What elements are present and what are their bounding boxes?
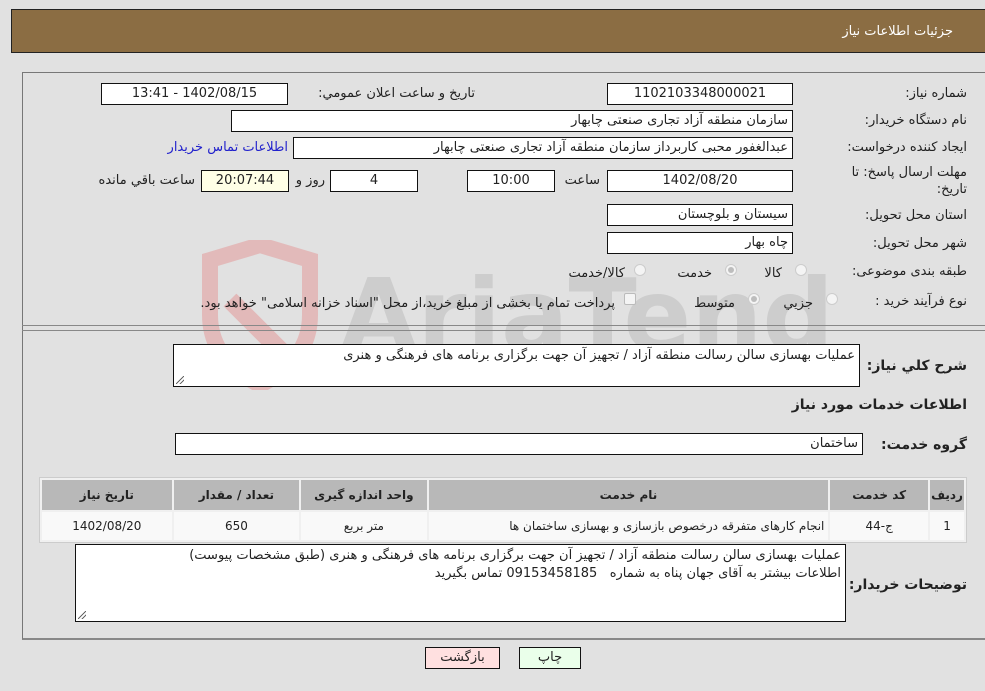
service-group-label: گروه خدمت: [881,437,967,453]
page-title: جزئيات اطلاعات نياز [842,24,953,39]
category-radio-service[interactable] [725,264,737,276]
buyer-notes-textarea[interactable]: عمليات بهسازی سالن رسالت منطقه آزاد / تج… [75,544,846,622]
summary-textarea[interactable]: عمليات بهسازی سالن رسالت منطقه آزاد / تج… [173,344,860,387]
category-radio-goods[interactable] [795,264,807,276]
cell-service-code: ج-44 [830,512,929,540]
days-field: 4 [330,170,418,192]
time-label: ساعت [564,173,600,188]
need-number-field: 1102103348000021 [607,83,793,105]
category-option-goods: کالا [764,266,782,281]
deadline-label: مهلت ارسال پاسخ: تا [851,165,967,180]
buyer-notes-label: توضيحات خريدار: [848,577,967,593]
process-option-medium: متوسط [694,296,735,311]
creator-field: عبدالغفور محبی کاربرداز سازمان منطقه آزا… [293,137,793,159]
divider [22,330,985,331]
province-field: سيستان و بلوچستان [607,204,793,226]
announce-label: تاريخ و ساعت اعلان عمومي: [318,86,475,101]
buyer-org-field: سازمان منطقه آزاد تجاری صنعتی چابهار [231,110,793,132]
table-row: 1 ج-44 انجام کارهای متفرقه درخصوص بازساز… [42,512,964,540]
services-section-title: اطلاعات خدمات مورد نياز [791,397,967,413]
col-row-number: رديف [930,480,964,510]
buyer-org-label: نام دستگاه خريدار: [864,113,967,128]
treasury-checkbox[interactable] [624,293,636,305]
process-radio-medium[interactable] [748,293,760,305]
category-option-service: خدمت [677,266,712,281]
category-radio-goods-service[interactable] [634,264,646,276]
buyer-contact-link[interactable]: اطلاعات تماس خريدار [168,140,288,155]
remaining-label: ساعت باقي مانده [98,173,195,188]
province-label: استان محل تحويل: [865,208,967,223]
process-label: نوع فرآيند خريد : [875,294,967,309]
back-button[interactable]: بازگشت [425,647,500,669]
col-unit: واحد اندازه گيری [301,480,427,510]
category-option-goods-service: کالا/خدمت [568,266,625,281]
cell-quantity: 650 [173,512,300,540]
col-service-name: نام خدمت [428,480,829,510]
service-group-field: ساختمان [175,433,863,455]
announce-field: 1402/08/15 - 13:41 [101,83,288,105]
need-number-label: شماره نياز: [905,86,967,101]
treasury-note: پرداخت تمام يا بخشی از مبلغ خريد،از محل … [200,296,615,311]
city-label: شهر محل تحويل: [872,236,967,251]
page-header: جزئيات اطلاعات نياز [11,9,985,53]
deadline-time-field: 10:00 [467,170,555,192]
summary-label: شرح کلي نياز: [866,358,967,374]
services-table: رديف کد خدمت نام خدمت واحد اندازه گيری ت… [39,477,967,543]
cell-row-number: 1 [930,512,964,540]
category-label: طبقه بندی موضوعی: [851,264,967,279]
summary-text: عمليات بهسازی سالن رسالت منطقه آزاد / تج… [343,348,855,363]
col-need-date: تاريخ نياز [42,480,172,510]
deadline-date-field: 1402/08/20 [607,170,793,192]
print-button[interactable]: چاپ [519,647,581,669]
process-option-minor: جزيي [783,296,813,311]
table-header-row: رديف کد خدمت نام خدمت واحد اندازه گيری ت… [42,480,964,510]
buyer-notes-line-1: عمليات بهسازی سالن رسالت منطقه آزاد / تج… [189,548,841,563]
cell-unit: متر بربع [301,512,427,540]
divider [22,325,985,326]
city-field: چاه بهار [607,232,793,254]
process-radio-minor[interactable] [826,293,838,305]
cell-need-date: 1402/08/20 [42,512,172,540]
col-quantity: تعداد / مقدار [173,480,300,510]
buyer-notes-line-2: اطلاعات بيشتر به آقای جهان پناه به شماره… [434,566,841,581]
cell-service-name: انجام کارهای متفرقه درخصوص بازسازی و بهس… [428,512,829,540]
resize-handle-icon[interactable] [78,611,86,619]
remaining-time-field: 20:07:44 [201,170,289,192]
creator-label: ايجاد کننده درخواست: [847,140,967,155]
days-label: روز و [295,173,325,188]
col-service-code: کد خدمت [830,480,929,510]
resize-handle-icon[interactable] [176,376,184,384]
deadline-label-2: تاريخ: [936,182,967,197]
